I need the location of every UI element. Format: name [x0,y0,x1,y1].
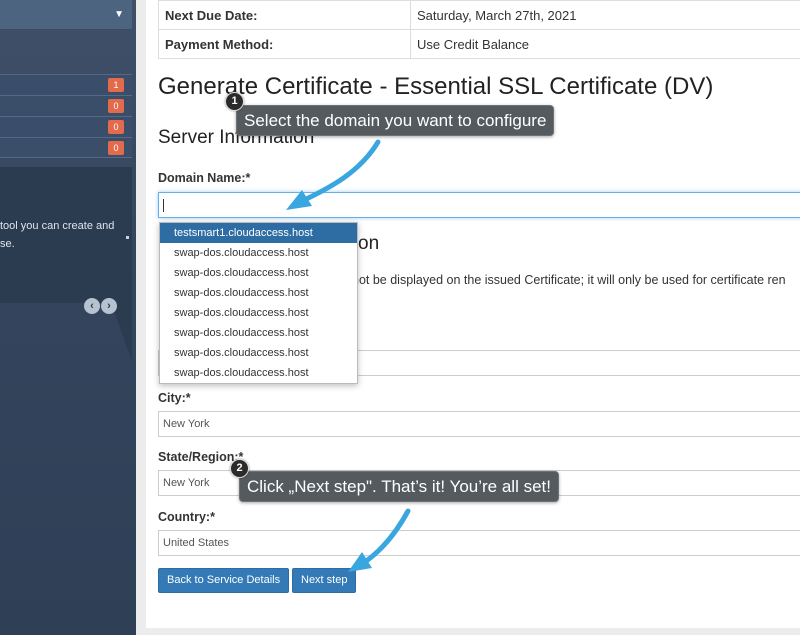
domain-name-select[interactable] [158,192,800,218]
state-label: State/Region:* [158,450,244,464]
info-label: Payment Method: [158,29,411,59]
info-label: Next Due Date: [158,0,411,30]
certificate-notice-text: not be displayed on the issued Certifica… [352,273,786,287]
dropdown-option[interactable]: swap-dos.cloudaccess.host [160,283,357,303]
service-info-table: Next Due Date: Saturday, March 27th, 202… [158,0,800,59]
text-cursor [163,198,164,212]
sidebar-item[interactable]: 0 [0,95,132,116]
country-input[interactable]: United States [158,530,800,556]
carousel-controls: ‹ › [84,296,118,314]
sidebar-item[interactable]: 0 [0,137,132,158]
sidebar: ▼ 1 0 0 0 tool you can create and se. ‹ › [0,0,136,635]
domain-name-label: Domain Name:* [158,171,251,185]
sidebar-item[interactable]: 1 [0,74,132,95]
city-input[interactable]: New York [158,411,800,437]
sidebar-item[interactable]: 0 [0,116,132,137]
main-panel: Next Due Date: Saturday, March 27th, 202… [146,0,800,628]
table-row: Payment Method: Use Credit Balance [158,29,800,59]
count-badge: 0 [108,120,124,134]
dropdown-option[interactable]: swap-dos.cloudaccess.host [160,343,357,363]
tutorial-tooltip-step-1: Select the domain you want to configure [236,105,555,136]
count-badge: 0 [108,99,124,113]
chevron-right-icon[interactable]: › [101,298,117,314]
dropdown-option[interactable]: swap-dos.cloudaccess.host [160,263,357,283]
next-step-button[interactable]: Next step [292,568,357,593]
step-number-badge: 1 [225,92,244,111]
dropdown-option[interactable]: swap-dos.cloudaccess.host [160,323,357,343]
sidebar-menu: 1 0 0 0 [0,74,132,158]
section-heading-partial: on [358,233,380,254]
domain-dropdown-list: testsmart1.cloudaccess.host swap-dos.clo… [159,222,358,384]
chevron-left-icon[interactable]: ‹ [84,298,100,314]
promo-line: tool you can create and [0,220,115,232]
promo-line: se. [0,238,15,250]
country-label: Country:* [158,510,215,524]
back-to-service-details-button[interactable]: Back to Service Details [158,568,290,593]
city-label: City:* [158,391,191,405]
sidebar-promo-text: tool you can create and se. [0,217,132,253]
sidebar-promo-panel [0,167,132,361]
table-row: Next Due Date: Saturday, March 27th, 202… [158,0,800,30]
count-badge: 1 [108,78,124,92]
count-badge: 0 [108,141,124,155]
sidebar-header[interactable]: ▼ [0,0,132,30]
dropdown-option[interactable]: swap-dos.cloudaccess.host [160,303,357,323]
info-value: Use Credit Balance [410,29,800,59]
dropdown-option[interactable]: swap-dos.cloudaccess.host [160,363,357,383]
dropdown-option[interactable]: swap-dos.cloudaccess.host [160,243,357,263]
info-value: Saturday, March 27th, 2021 [410,0,800,30]
decorative-dot [126,236,129,239]
tutorial-tooltip-step-2: Click „Next step". That’s it! You’re all… [239,471,559,502]
chevron-down-icon[interactable]: ▼ [114,9,124,20]
step-number-badge: 2 [230,459,249,478]
dropdown-option[interactable]: testsmart1.cloudaccess.host [160,223,357,243]
